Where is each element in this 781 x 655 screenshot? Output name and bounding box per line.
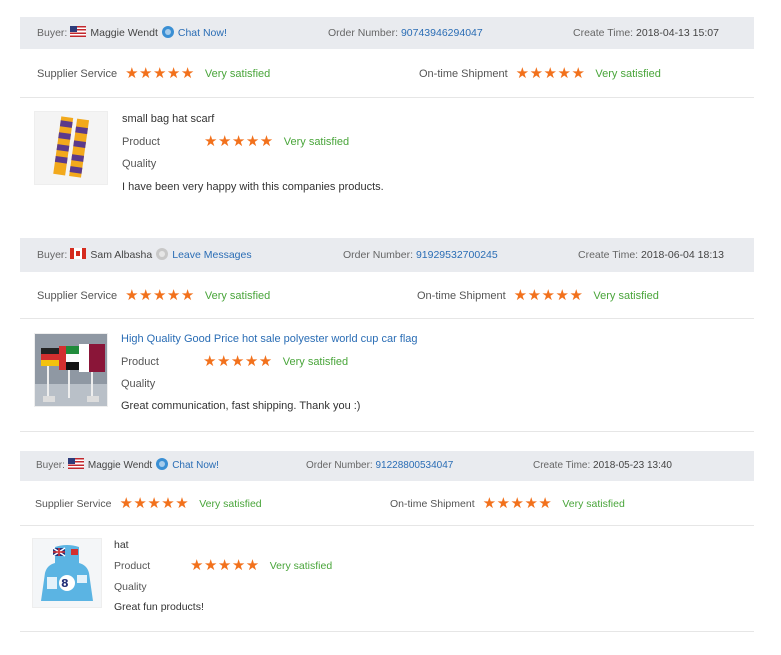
supplier-service-result: Very satisfied bbox=[204, 290, 271, 302]
buyer-info: Buyer: Maggie Wendt Chat Now! bbox=[37, 17, 227, 49]
shipment-label: On-time Shipment bbox=[390, 498, 475, 510]
product-result: Very satisfied bbox=[269, 560, 333, 572]
order-label: Order Number: bbox=[328, 27, 399, 39]
car-flags-image bbox=[35, 334, 107, 406]
us-flag-icon bbox=[67, 458, 84, 469]
svg-text:8: 8 bbox=[61, 577, 69, 590]
buyer-label: Buyer: bbox=[37, 249, 68, 261]
supplier-service-result: Very satisfied bbox=[199, 498, 262, 510]
star-rating-icon: ★★★★★ bbox=[125, 287, 195, 304]
supplier-service-label: Supplier Service bbox=[37, 290, 118, 302]
chat-status-icon bbox=[156, 458, 169, 470]
buyer-label: Buyer: bbox=[36, 460, 65, 471]
order-number-link[interactable]: 91929532700245 bbox=[416, 249, 498, 261]
order-number-link[interactable]: 90743946294047 bbox=[401, 27, 483, 39]
product-rating: Product ★★★★★ Very satisfied bbox=[114, 557, 332, 575]
review-divider bbox=[20, 431, 754, 432]
canada-flag-icon bbox=[70, 248, 87, 259]
create-time-info: Create Time: 2018-06-04 18:13 bbox=[578, 238, 724, 272]
review-comment: I have been very happy with this compani… bbox=[122, 181, 384, 193]
product-thumbnail[interactable]: 8 bbox=[32, 538, 102, 608]
supplier-service-label: Supplier Service bbox=[35, 498, 112, 510]
supplier-service-result: Very satisfied bbox=[204, 68, 271, 80]
supplier-service-rating: Supplier Service ★★★★★ Very satisfied bbox=[37, 273, 270, 319]
create-time-info: Create Time: 2018-05-23 13:40 bbox=[533, 451, 672, 481]
scarf-image bbox=[53, 116, 90, 178]
create-time-label: Create Time: bbox=[578, 249, 639, 261]
review-comment: Great communication, fast shipping. Than… bbox=[121, 400, 361, 412]
shipment-result: Very satisfied bbox=[593, 290, 659, 302]
product-rating: Product ★★★★★ Very satisfied bbox=[122, 133, 349, 151]
shipment-rating: On-time Shipment ★★★★★ Very satisfied bbox=[417, 273, 659, 319]
review-header: Buyer: Maggie Wendt Chat Now! Order Number… bbox=[20, 17, 754, 49]
product-label: Product bbox=[114, 560, 151, 572]
chat-status-icon bbox=[161, 26, 174, 38]
product-title: hat bbox=[114, 539, 129, 551]
star-rating-icon: ★★★★★ bbox=[190, 557, 260, 574]
leave-messages-link[interactable]: Leave Messages bbox=[172, 249, 251, 261]
ratings-row: Supplier Service ★★★★★ Very satisfied On-t… bbox=[20, 273, 754, 319]
shipment-label: On-time Shipment bbox=[419, 68, 508, 80]
product-rating: Product ★★★★★ Very satisfied bbox=[121, 353, 348, 371]
quality-label: Quality bbox=[114, 581, 147, 593]
product-title-link[interactable]: High Quality Good Price hot sale polyest… bbox=[121, 333, 418, 345]
buyer-label: Buyer: bbox=[37, 27, 68, 39]
star-rating-icon: ★★★★★ bbox=[125, 65, 195, 82]
review-header: Buyer: Maggie Wendt Chat Now! Order Number… bbox=[20, 451, 754, 481]
create-time-value: 2018-04-13 15:07 bbox=[636, 27, 719, 39]
chat-now-link[interactable]: Chat Now! bbox=[172, 460, 219, 471]
star-rating-icon: ★★★★★ bbox=[482, 495, 553, 512]
review-comment: Great fun products! bbox=[114, 601, 204, 613]
create-time-info: Create Time: 2018-04-13 15:07 bbox=[573, 17, 719, 49]
star-rating-icon: ★★★★★ bbox=[204, 133, 274, 150]
shipment-result: Very satisfied bbox=[562, 498, 625, 510]
order-info: Order Number: 91228800534047 bbox=[306, 451, 453, 481]
product-review: High Quality Good Price hot sale polyest… bbox=[121, 332, 741, 422]
shipment-label: On-time Shipment bbox=[417, 290, 506, 302]
star-rating-icon: ★★★★★ bbox=[515, 65, 586, 82]
buyer-name: Maggie Wendt bbox=[87, 460, 153, 471]
order-info: Order Number: 90743946294047 bbox=[328, 17, 483, 49]
chat-now-link[interactable]: Chat Now! bbox=[178, 27, 227, 39]
review-divider bbox=[20, 631, 754, 632]
create-time-label: Create Time: bbox=[573, 27, 634, 39]
create-time-value: 2018-06-04 18:13 bbox=[641, 249, 724, 261]
order-info: Order Number: 91929532700245 bbox=[343, 238, 498, 272]
product-review: small bag hat scarf Product ★★★★★ Very sat… bbox=[122, 111, 722, 201]
shipment-rating: On-time Shipment ★★★★★ Very satisfied bbox=[419, 51, 661, 97]
create-time-value: 2018-05-23 13:40 bbox=[593, 460, 672, 471]
quality-label: Quality bbox=[122, 158, 157, 170]
product-review: hat Product ★★★★★ Very satisfied Quality G… bbox=[114, 537, 714, 617]
product-label: Product bbox=[121, 356, 159, 368]
shipment-rating: On-time Shipment ★★★★★ Very satisfied bbox=[390, 483, 625, 525]
supplier-service-rating: Supplier Service ★★★★★ Very satisfied bbox=[35, 483, 262, 525]
buyer-name: Maggie Wendt bbox=[90, 27, 158, 39]
create-time-label: Create Time: bbox=[533, 460, 591, 471]
supplier-service-label: Supplier Service bbox=[37, 68, 118, 80]
quality-label: Quality bbox=[121, 378, 156, 390]
buyer-info: Buyer: Sam Albasha Leave Messages bbox=[37, 238, 252, 272]
product-result: Very satisfied bbox=[282, 356, 349, 368]
order-label: Order Number: bbox=[343, 249, 414, 261]
buyer-name: Sam Albasha bbox=[90, 249, 153, 261]
us-flag-icon bbox=[70, 26, 87, 37]
chat-status-icon bbox=[156, 248, 169, 260]
order-label: Order Number: bbox=[306, 460, 373, 471]
star-rating-icon: ★★★★★ bbox=[513, 287, 584, 304]
product-label: Product bbox=[122, 136, 160, 148]
ratings-row: Supplier Service ★★★★★ Very satisfied On-t… bbox=[20, 483, 754, 526]
product-thumbnail[interactable] bbox=[34, 333, 108, 407]
ratings-row: Supplier Service ★★★★★ Very satisfied On-t… bbox=[20, 51, 754, 98]
star-rating-icon: ★★★★★ bbox=[119, 495, 190, 512]
shipment-result: Very satisfied bbox=[595, 68, 661, 80]
supplier-service-rating: Supplier Service ★★★★★ Very satisfied bbox=[37, 51, 270, 97]
product-result: Very satisfied bbox=[283, 136, 350, 148]
hat-image: 8 bbox=[41, 545, 93, 601]
product-title: small bag hat scarf bbox=[122, 113, 215, 125]
star-rating-icon: ★★★★★ bbox=[203, 353, 273, 370]
order-number-link[interactable]: 91228800534047 bbox=[375, 460, 453, 471]
product-thumbnail[interactable] bbox=[34, 111, 108, 185]
review-header: Buyer: Sam Albasha Leave Messages Order Nu… bbox=[20, 238, 754, 272]
buyer-info: Buyer: Maggie Wendt Chat Now! bbox=[36, 451, 219, 481]
